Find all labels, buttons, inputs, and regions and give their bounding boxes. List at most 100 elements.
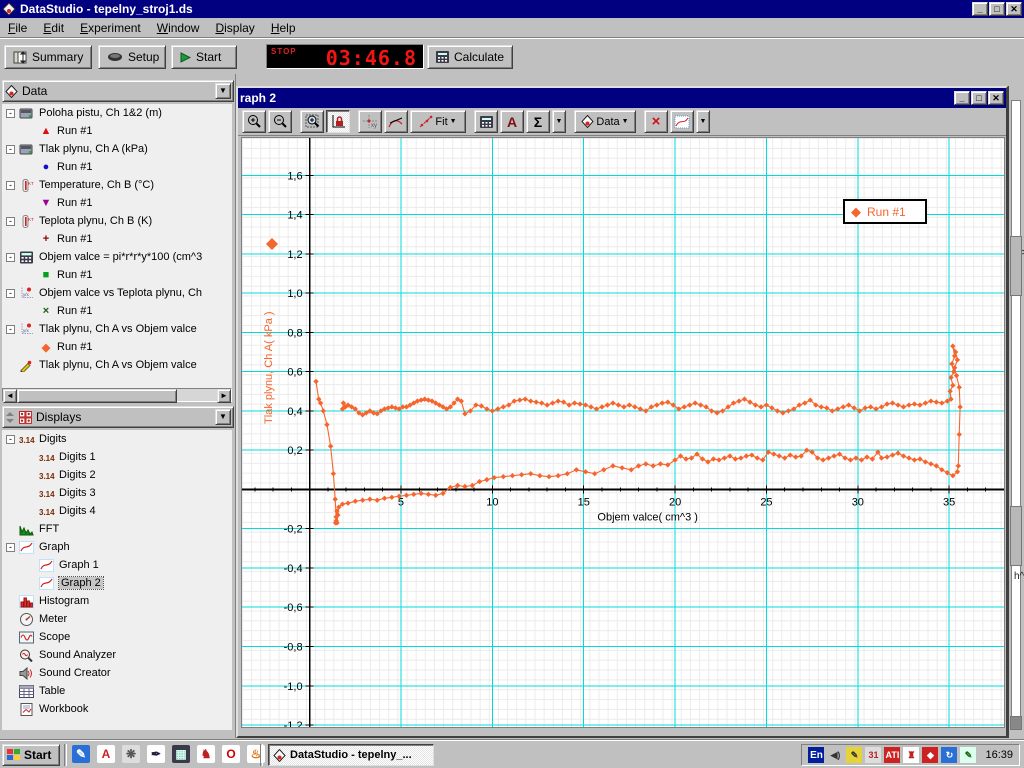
zoom-select-button[interactable] bbox=[300, 110, 324, 133]
run-item[interactable]: ▼Run #1 bbox=[2, 194, 232, 212]
start-menu-button[interactable]: Start bbox=[2, 744, 60, 766]
tree-expand-box[interactable]: - bbox=[6, 217, 15, 226]
run-item[interactable]: ▲Run #1 bbox=[2, 122, 232, 140]
menu-display[interactable]: Display bbox=[207, 19, 262, 37]
tray-paint-icon[interactable]: ✎ bbox=[846, 747, 862, 763]
display-subitem[interactable]: 3.14Digits 4 bbox=[2, 502, 232, 520]
displays-panel-header[interactable]: Displays ▼ bbox=[2, 406, 234, 428]
menu-file[interactable]: File bbox=[0, 19, 35, 37]
plot-area[interactable]: -1,2-1,0-0,8-0,6-0,4-0,20,20,40,60,81,01… bbox=[241, 137, 1005, 728]
legend[interactable]: ◆ Run #1 bbox=[843, 199, 927, 224]
run-item[interactable]: ◆Run #1 bbox=[2, 338, 232, 356]
display-subitem[interactable]: 3.14Digits 1 bbox=[2, 448, 232, 466]
data-item[interactable]: -Objem valce = pi*r*r*y*100 (cm^3 bbox=[2, 248, 232, 266]
scroll-right-arrow[interactable]: ► bbox=[217, 389, 231, 403]
data-panel-dropdown-arrow[interactable]: ▼ bbox=[215, 83, 231, 99]
zoom-in-button[interactable] bbox=[242, 110, 266, 133]
menu-experiment[interactable]: Experiment bbox=[72, 19, 149, 37]
statistics-button[interactable]: Σ bbox=[526, 110, 550, 133]
tray-en-language-icon[interactable]: En bbox=[808, 747, 824, 763]
quicklaunch-dragon-icon[interactable]: ♞ bbox=[197, 745, 215, 763]
tree-expand-box[interactable]: - bbox=[6, 145, 15, 154]
graph-window-titlebar[interactable]: raph 2 _ □ ✕ bbox=[238, 88, 1006, 108]
data-panel-header[interactable]: Data ▼ bbox=[2, 80, 234, 102]
tray-scheduler-icon[interactable]: 31 bbox=[865, 747, 881, 763]
scroll-thumb[interactable] bbox=[17, 389, 177, 403]
fit-menu-button[interactable]: Fit ▼ bbox=[410, 110, 466, 133]
quicklaunch-bird-icon[interactable]: ❋ bbox=[122, 745, 140, 763]
tree-expand-box[interactable]: - bbox=[6, 435, 15, 444]
tray-ati-icon[interactable]: ATI bbox=[884, 747, 900, 763]
display-item[interactable]: Workbook bbox=[2, 700, 232, 718]
menu-help[interactable]: Help bbox=[263, 19, 304, 37]
tray-volume-icon[interactable]: ◀) bbox=[827, 747, 843, 763]
display-item[interactable]: Meter bbox=[2, 610, 232, 628]
delete-button[interactable]: × bbox=[644, 110, 668, 133]
data-item[interactable]: -Tlak plynu, Ch A (kPa) bbox=[2, 140, 232, 158]
app-titlebar[interactable]: DataStudio - tepelny_stroj1.ds _ □ ✕ bbox=[0, 0, 1024, 18]
run-item[interactable]: ●Run #1 bbox=[2, 158, 232, 176]
quicklaunch-opera-icon[interactable]: O bbox=[222, 745, 240, 763]
tray-pen-icon[interactable]: ✎ bbox=[960, 747, 976, 763]
run-item[interactable]: ■Run #1 bbox=[2, 266, 232, 284]
display-item[interactable]: Table bbox=[2, 682, 232, 700]
graph-settings-button[interactable] bbox=[670, 110, 694, 133]
quicklaunch-calculator-icon[interactable]: ▦ bbox=[172, 745, 190, 763]
data-item[interactable]: -KTDTeplota plynu, Ch B (K) bbox=[2, 212, 232, 230]
graph-close-button[interactable]: ✕ bbox=[988, 91, 1004, 105]
display-item[interactable]: FFT bbox=[2, 520, 232, 538]
tree-expand-box[interactable]: - bbox=[6, 109, 15, 118]
quicklaunch-ink-pen-icon[interactable]: ✒ bbox=[147, 745, 165, 763]
display-subitem[interactable]: 3.14Digits 3 bbox=[2, 484, 232, 502]
display-subitem[interactable]: 3.14Digits 2 bbox=[2, 466, 232, 484]
setup-button[interactable]: Setup bbox=[98, 45, 166, 69]
tree-expand-box[interactable]: - bbox=[6, 289, 15, 298]
run-item[interactable]: +Run #1 bbox=[2, 230, 232, 248]
tray-sync-icon[interactable]: ↻ bbox=[941, 747, 957, 763]
tree-expand-box[interactable]: - bbox=[6, 181, 15, 190]
tree-expand-box[interactable]: - bbox=[6, 543, 15, 552]
graph-settings-dropdown-button[interactable]: ▼ bbox=[696, 110, 710, 133]
taskbar-clock[interactable]: 16:39 bbox=[985, 749, 1013, 761]
smart-tool-button[interactable]: xy bbox=[358, 110, 382, 133]
quicklaunch-blue-edit-icon[interactable]: ✎ bbox=[72, 745, 90, 763]
minimize-button[interactable]: _ bbox=[972, 2, 988, 16]
data-item[interactable]: -y/xTlak plynu, Ch A vs Objem valce bbox=[2, 320, 232, 338]
graph-calculator-button[interactable] bbox=[474, 110, 498, 133]
summary-button[interactable]: Summary bbox=[4, 45, 92, 69]
menu-window[interactable]: Window bbox=[149, 19, 208, 37]
statistics-dropdown-button[interactable]: ▼ bbox=[552, 110, 566, 133]
display-item[interactable]: Sound Analyzer bbox=[2, 646, 232, 664]
tree-expand-box[interactable]: - bbox=[6, 325, 15, 334]
calculate-button[interactable]: Calculate bbox=[427, 45, 513, 69]
tray-power-icon[interactable]: ◆ bbox=[922, 747, 938, 763]
taskbar-task-datastudio[interactable]: DataStudio - tepelny_... bbox=[268, 744, 434, 766]
text-annotation-button[interactable]: A bbox=[500, 110, 524, 133]
zoom-out-button[interactable] bbox=[268, 110, 292, 133]
graph-minimize-button[interactable]: _ bbox=[954, 91, 970, 105]
display-subitem[interactable]: Graph 2 bbox=[2, 574, 232, 592]
data-item[interactable]: Tlak plynu, Ch A vs Objem valce bbox=[2, 356, 232, 374]
data-item[interactable]: -Poloha pistu, Ch 1&2 (m) bbox=[2, 104, 232, 122]
tree-expand-box[interactable]: - bbox=[6, 253, 15, 262]
run-item[interactable]: ×Run #1 bbox=[2, 302, 232, 320]
data-menu-button[interactable]: Data ▼ bbox=[574, 110, 636, 133]
data-item[interactable]: -y/xObjem valce vs Teplota plynu, Ch bbox=[2, 284, 232, 302]
display-item[interactable]: -3.14Digits bbox=[2, 430, 232, 448]
menu-edit[interactable]: Edit bbox=[35, 19, 72, 37]
start-button[interactable]: Start bbox=[171, 45, 237, 69]
display-item[interactable]: Histogram bbox=[2, 592, 232, 610]
data-tree-hscrollbar[interactable]: ◄ ► bbox=[2, 388, 232, 402]
maximize-button[interactable]: □ bbox=[989, 2, 1005, 16]
display-subitem[interactable]: Graph 1 bbox=[2, 556, 232, 574]
display-item[interactable]: Sound Creator bbox=[2, 664, 232, 682]
data-item[interactable]: -KTDTemperature, Ch B (°C) bbox=[2, 176, 232, 194]
scroll-left-arrow[interactable]: ◄ bbox=[3, 389, 17, 403]
displays-panel-dropdown-arrow[interactable]: ▼ bbox=[215, 409, 231, 425]
slope-tool-button[interactable] bbox=[384, 110, 408, 133]
display-item[interactable]: Scope bbox=[2, 628, 232, 646]
quicklaunch-acrobat-icon[interactable]: A bbox=[97, 745, 115, 763]
tray-mascot-icon[interactable]: ♜ bbox=[903, 747, 919, 763]
close-button[interactable]: ✕ bbox=[1006, 2, 1022, 16]
graph-maximize-button[interactable]: □ bbox=[971, 91, 987, 105]
